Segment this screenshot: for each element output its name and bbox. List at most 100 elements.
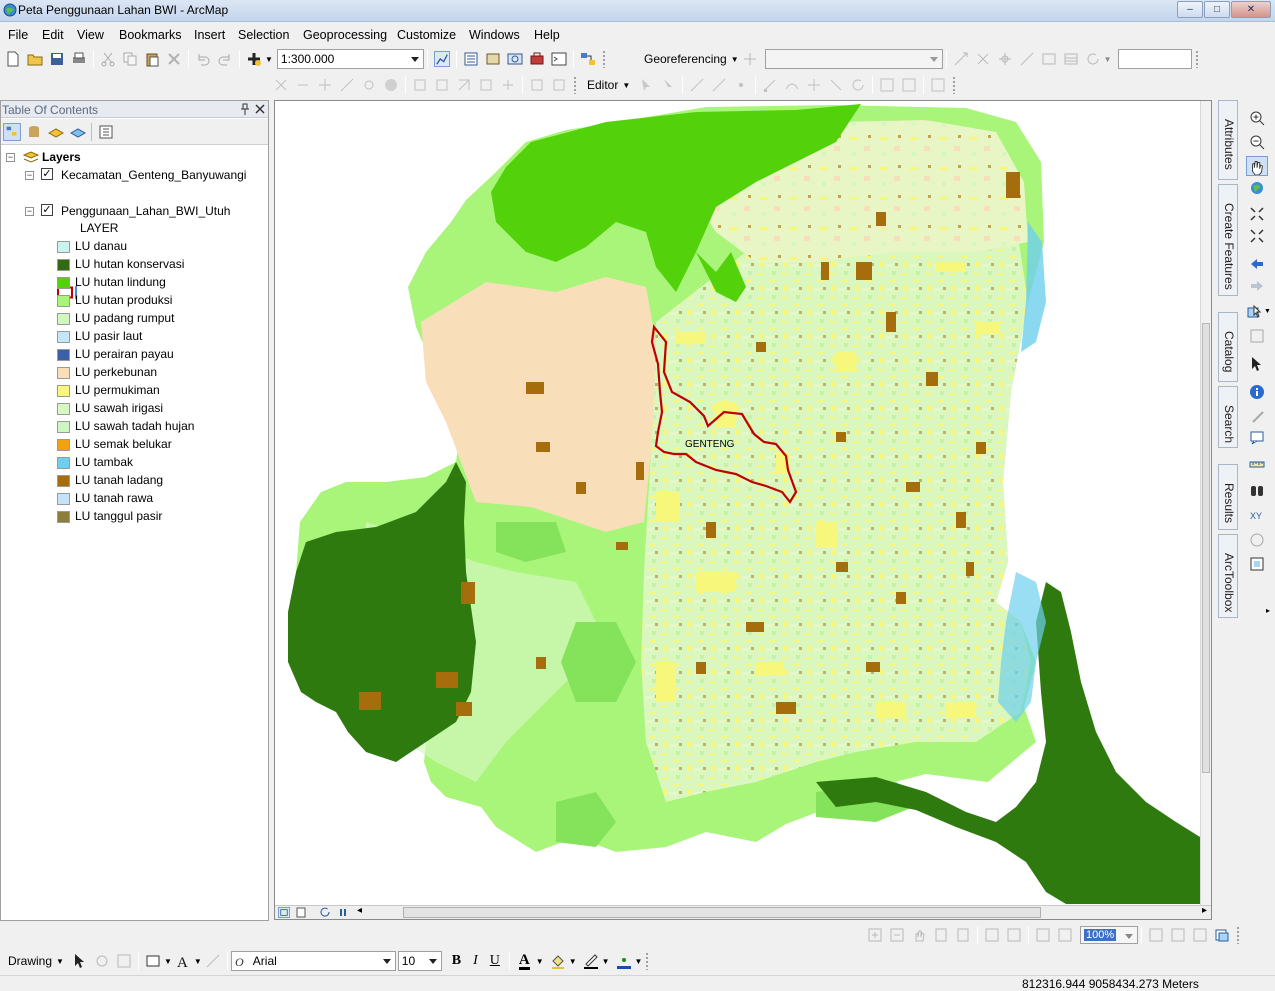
map-view[interactable]: GENTENG ◂ ▸ bbox=[274, 100, 1212, 920]
add-data-dropdown-arrow[interactable]: ▼ bbox=[265, 55, 273, 64]
legend-label[interactable]: LU hutan lindung bbox=[75, 275, 166, 291]
fixed-zoom-out-layout-icon[interactable] bbox=[1006, 927, 1022, 943]
legend-swatch[interactable] bbox=[57, 259, 70, 271]
model-builder-icon[interactable] bbox=[580, 51, 596, 67]
fixed-zoom-in-icon[interactable] bbox=[1249, 206, 1265, 222]
go-to-xy-icon[interactable]: XY bbox=[1249, 506, 1265, 522]
map-canvas[interactable]: GENTENG bbox=[276, 102, 1200, 904]
rotate-element-icon[interactable] bbox=[94, 953, 110, 969]
layer-name[interactable]: Kecamatan_Genteng_Banyuwangi bbox=[61, 168, 246, 182]
legend-label[interactable]: LU permukiman bbox=[75, 383, 160, 399]
menu-selection[interactable]: Selection bbox=[238, 28, 289, 42]
sphere-icon[interactable] bbox=[383, 77, 399, 93]
change-layout-icon[interactable] bbox=[1192, 927, 1208, 943]
copy-icon[interactable] bbox=[122, 51, 138, 67]
pause-drawing-icon[interactable] bbox=[337, 907, 349, 918]
scroll-left-arrow[interactable]: ◂ bbox=[357, 905, 362, 916]
arctoolbox-window-icon[interactable] bbox=[529, 51, 545, 67]
georeferencing-menu[interactable]: Georeferencing bbox=[644, 52, 727, 66]
map-vertical-scrollbar[interactable] bbox=[1200, 101, 1211, 905]
topology-icon-2[interactable] bbox=[434, 77, 450, 93]
underline-button[interactable]: U bbox=[490, 953, 500, 969]
scrollbar-thumb[interactable] bbox=[403, 907, 1041, 918]
toc-root-row[interactable]: − Layers bbox=[5, 149, 245, 165]
menu-bookmarks[interactable]: Bookmarks bbox=[119, 28, 182, 42]
select-link-icon[interactable] bbox=[975, 51, 991, 67]
list-by-visibility-icon[interactable] bbox=[48, 124, 64, 140]
topology-icon-7[interactable] bbox=[551, 77, 567, 93]
legend-swatch[interactable] bbox=[57, 457, 70, 469]
go-back-extent-icon[interactable] bbox=[1249, 256, 1265, 272]
map-scale-combo[interactable]: 1:300.000 bbox=[276, 49, 424, 69]
focus-data-frame-icon[interactable] bbox=[1170, 927, 1186, 943]
point-icon[interactable] bbox=[733, 77, 749, 93]
legend-swatch[interactable] bbox=[57, 277, 70, 289]
select-dropdown-arrow[interactable]: ▼ bbox=[1264, 308, 1271, 315]
sketch-properties-icon[interactable] bbox=[901, 77, 917, 93]
drawing-dropdown-arrow[interactable]: ▼ bbox=[56, 957, 64, 966]
attributes-icon[interactable] bbox=[879, 77, 895, 93]
new-text-icon[interactable]: A bbox=[175, 953, 191, 969]
legend-label[interactable]: LU semak belukar bbox=[75, 437, 172, 453]
cut-icon[interactable] bbox=[100, 51, 116, 67]
legend-label[interactable]: LU perkebunan bbox=[75, 365, 157, 381]
layout-zoom-combo[interactable]: 100% bbox=[1080, 926, 1138, 944]
split-tool-icon[interactable] bbox=[339, 77, 355, 93]
fill-color-dropdown-arrow[interactable]: ▼ bbox=[569, 957, 577, 966]
collapse-icon[interactable]: − bbox=[6, 153, 15, 162]
legend-swatch[interactable] bbox=[57, 349, 70, 361]
menu-file[interactable]: File bbox=[8, 28, 28, 42]
layer-name[interactable]: Penggunaan_Lahan_BWI_Utuh bbox=[61, 204, 230, 218]
select-features-icon[interactable] bbox=[1246, 304, 1262, 320]
dock-tab-attributes[interactable]: Attributes bbox=[1218, 100, 1238, 180]
paste-icon[interactable] bbox=[144, 51, 160, 67]
legend-swatch[interactable] bbox=[57, 475, 70, 487]
legend-label[interactable]: LU hutan konservasi bbox=[75, 257, 184, 273]
font-color-dropdown-arrow[interactable]: ▼ bbox=[536, 957, 544, 966]
refresh-icon[interactable] bbox=[319, 907, 331, 918]
find-binoculars-icon[interactable] bbox=[1249, 482, 1265, 498]
redo-icon[interactable] bbox=[217, 51, 233, 67]
time-slider-icon[interactable] bbox=[1249, 532, 1265, 548]
dock-tab-arctoolbox[interactable]: ArcToolbox bbox=[1218, 534, 1238, 618]
legend-swatch[interactable] bbox=[57, 403, 70, 415]
reshape-icon[interactable] bbox=[784, 77, 800, 93]
legend-label[interactable]: LU sawah tadah hujan bbox=[75, 419, 194, 435]
legend-swatch[interactable] bbox=[57, 439, 70, 451]
font-color-button[interactable]: A bbox=[518, 952, 530, 970]
legend-swatch[interactable] bbox=[57, 367, 70, 379]
editor-menu[interactable]: Editor bbox=[587, 78, 618, 92]
menu-edit[interactable]: Edit bbox=[42, 28, 64, 42]
print-icon[interactable] bbox=[71, 51, 87, 67]
save-icon[interactable] bbox=[49, 51, 65, 67]
georeferencing-layer-combo[interactable] bbox=[764, 49, 943, 69]
legend-label[interactable]: LU padang rumput bbox=[75, 311, 174, 327]
vertex-tool-icon[interactable] bbox=[317, 77, 333, 93]
open-folder-icon[interactable] bbox=[27, 51, 43, 67]
menu-insert[interactable]: Insert bbox=[194, 28, 225, 42]
restore-button[interactable]: □ bbox=[1204, 1, 1230, 18]
fixed-zoom-out-icon[interactable] bbox=[295, 77, 311, 93]
text-dropdown-arrow[interactable]: ▼ bbox=[194, 957, 202, 966]
go-back-layout-icon[interactable] bbox=[1035, 927, 1051, 943]
add-data-icon[interactable] bbox=[246, 51, 262, 67]
toolbar-overflow-arrow[interactable]: ▸ bbox=[1266, 606, 1270, 615]
menu-customize[interactable]: Customize bbox=[397, 28, 456, 42]
legend-label[interactable]: LU danau bbox=[75, 239, 127, 255]
undo-icon[interactable] bbox=[195, 51, 211, 67]
layer-visibility-checkbox[interactable]: ✓ bbox=[41, 168, 53, 180]
pin-icon[interactable] bbox=[240, 103, 250, 115]
topology-icon-4[interactable] bbox=[478, 77, 494, 93]
legend-label[interactable]: LU tanggul pasir bbox=[75, 509, 162, 525]
legend-swatch[interactable] bbox=[57, 421, 70, 433]
italic-button[interactable]: I bbox=[473, 953, 478, 969]
close-button[interactable]: ✕ bbox=[1231, 1, 1271, 18]
identify-icon[interactable] bbox=[1249, 384, 1265, 400]
legend-swatch[interactable] bbox=[57, 295, 70, 307]
rotate-tool-icon[interactable] bbox=[850, 77, 866, 93]
layout-zoom-in-icon[interactable] bbox=[867, 927, 883, 943]
legend-label[interactable]: LU tambak bbox=[75, 455, 133, 471]
legend-swatch[interactable] bbox=[57, 511, 70, 523]
fixed-zoom-in-icon[interactable] bbox=[273, 77, 289, 93]
legend-label[interactable]: LU hutan produksi bbox=[75, 293, 172, 309]
